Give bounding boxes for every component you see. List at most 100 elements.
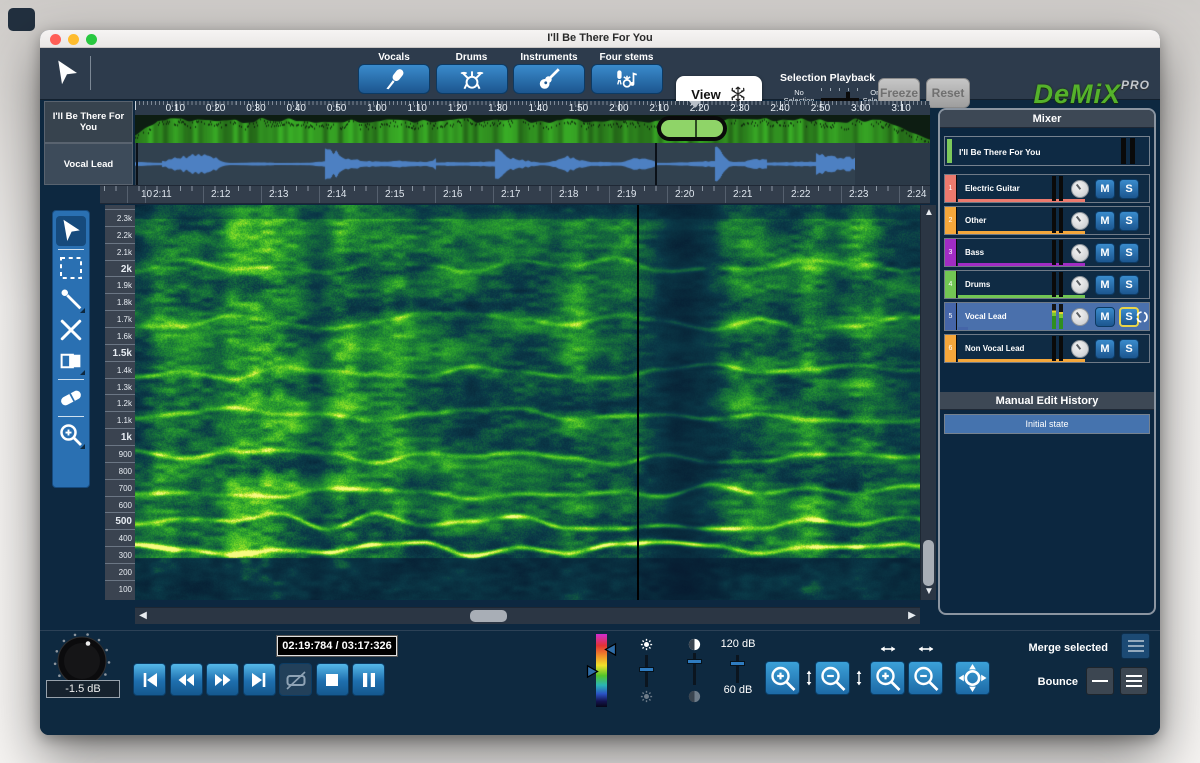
track-label: Bass xyxy=(965,248,984,257)
mute-button[interactable]: M xyxy=(1095,179,1115,199)
loop-button[interactable] xyxy=(279,663,312,696)
track-pan-knob[interactable] xyxy=(1071,180,1089,198)
stop-icon xyxy=(320,668,344,692)
stem-label: Instruments xyxy=(513,52,585,64)
tool-divider xyxy=(58,249,84,250)
separate-instruments-button[interactable] xyxy=(513,64,585,94)
stem-label: Vocals xyxy=(358,52,430,64)
output-volume-value: -1.5 dB xyxy=(46,680,120,698)
overview-playhead-marker[interactable] xyxy=(689,101,701,108)
reset-button[interactable]: Reset xyxy=(926,78,970,108)
spectrogram-playhead[interactable] xyxy=(637,205,639,600)
merge-selected-menu-button[interactable] xyxy=(1121,633,1150,659)
dynamic-range-slider[interactable] xyxy=(736,655,739,683)
dynamic-range-handle[interactable] xyxy=(730,661,745,666)
freq-label: 1.9k xyxy=(105,276,135,293)
track-pan-knob[interactable] xyxy=(1071,276,1089,294)
mute-button[interactable]: M xyxy=(1095,307,1115,327)
vertical-scroll-thumb[interactable] xyxy=(923,540,934,586)
track-pan-knob[interactable] xyxy=(1071,212,1089,230)
zoom-tool[interactable] xyxy=(56,420,86,450)
overview-track-label: I'll Be There For You xyxy=(44,101,133,143)
bounce-menu-button[interactable] xyxy=(1120,667,1148,695)
colormap-lower-handle[interactable] xyxy=(585,664,600,679)
horizontal-scrollbar[interactable]: ◀ ▶ xyxy=(135,607,920,624)
history-item[interactable]: Initial state xyxy=(944,414,1150,434)
zoom-in-horizontal-button[interactable] xyxy=(870,661,905,695)
separate-drums-button[interactable] xyxy=(436,64,508,94)
solo-button[interactable]: S xyxy=(1119,179,1139,199)
pen-tool[interactable] xyxy=(56,284,86,314)
zoom-in-vertical-button[interactable] xyxy=(765,661,800,695)
solo-button[interactable]: S xyxy=(1119,243,1139,263)
master-meter-right xyxy=(1130,138,1135,164)
track-meter-left xyxy=(1052,240,1056,265)
mute-button[interactable]: M xyxy=(1095,211,1115,231)
track-meter-left xyxy=(1052,272,1056,297)
brightness-handle[interactable] xyxy=(639,667,654,672)
skip-to-start-button[interactable] xyxy=(133,663,166,696)
zoom-out-vertical-button[interactable] xyxy=(815,661,850,695)
rewind-button[interactable] xyxy=(170,663,203,696)
bounce-single-button[interactable] xyxy=(1086,667,1114,695)
overview-waveform[interactable] xyxy=(135,115,930,143)
mixer-track-row-vocal-lead[interactable]: 5Vocal LeadMS xyxy=(944,302,1150,331)
horizontal-scroll-thumb[interactable] xyxy=(470,610,507,622)
vocal-waveform-tail xyxy=(855,143,930,185)
stop-button[interactable] xyxy=(316,663,349,696)
spectrogram-ruler-label: 2:21 xyxy=(733,189,752,200)
bottom-bar: -1.5 dB 02:19:784 / 03:17:326 120 dB 60 … xyxy=(40,630,1160,735)
app-logo: DeMiXPRO xyxy=(990,78,1150,110)
eraser-tool[interactable] xyxy=(56,383,86,413)
mute-button[interactable]: M xyxy=(1095,339,1115,359)
track-volume-bar xyxy=(958,295,1085,298)
mixer-track-row-other[interactable]: 2 Other MS xyxy=(944,206,1150,235)
spectrogram-canvas[interactable] xyxy=(135,205,920,600)
clone-tool[interactable] xyxy=(56,346,86,376)
cursor-tool[interactable] xyxy=(56,216,86,246)
fast-forward-icon xyxy=(211,668,235,692)
mixer-track-row-electric-guitar[interactable]: 1Electric GuitarMS xyxy=(944,174,1150,203)
track-label: Other xyxy=(965,216,986,225)
zoom-out-horizontal-button[interactable] xyxy=(908,661,943,695)
scroll-down-arrow[interactable]: ▼ xyxy=(921,584,937,600)
mute-button[interactable]: M xyxy=(1095,275,1115,295)
track-meter-right xyxy=(1059,240,1063,265)
track-color-tab: 2 xyxy=(945,207,957,234)
separate-vocals-button[interactable] xyxy=(358,64,430,94)
visible-range-selector[interactable] xyxy=(657,116,727,141)
mute-button[interactable]: M xyxy=(1095,243,1115,263)
brightness-low-icon xyxy=(639,689,654,704)
mixer-track-row-drums[interactable]: 4DrumsMS xyxy=(944,270,1150,299)
frequency-axis: 2.3k2.2k2.1k2k1.9k1.8k1.7k1.6k1.5k1.4k1.… xyxy=(105,205,135,600)
separate-four-stems-button[interactable] xyxy=(591,64,663,94)
freq-label: 1.1k xyxy=(105,411,135,428)
solo-button[interactable]: S xyxy=(1119,211,1139,231)
colormap-upper-handle[interactable] xyxy=(603,642,618,657)
vocal-track-area[interactable] xyxy=(135,143,930,185)
spectrogram-ruler-label: 2:17 xyxy=(501,189,520,200)
vertical-scrollbar[interactable]: ▲ ▼ xyxy=(920,205,936,600)
track-pan-knob[interactable] xyxy=(1071,308,1089,326)
delete-tool[interactable] xyxy=(56,315,86,345)
overview-track-area[interactable]: 0:100:200:300:400:501:001:101:201:301:40… xyxy=(135,101,930,143)
marquee-select-tool[interactable] xyxy=(56,253,86,283)
scroll-right-arrow[interactable]: ▶ xyxy=(904,608,920,623)
mixer-master-row[interactable]: I'll Be There For You xyxy=(944,136,1150,166)
fast-forward-button[interactable] xyxy=(206,663,239,696)
pause-button[interactable] xyxy=(352,663,385,696)
solo-button[interactable]: S xyxy=(1119,339,1139,359)
mixer-track-row-non-vocal-lead[interactable]: 6Non Vocal LeadMS xyxy=(944,334,1150,363)
track-pan-knob[interactable] xyxy=(1071,244,1089,262)
solo-button[interactable]: S xyxy=(1119,275,1139,295)
mixer-track-row-bass[interactable]: 3BassMS xyxy=(944,238,1150,267)
scroll-left-arrow[interactable]: ◀ xyxy=(135,608,151,623)
contrast-handle[interactable] xyxy=(687,659,702,664)
skip-to-end-button[interactable] xyxy=(243,663,276,696)
scroll-up-arrow[interactable]: ▲ xyxy=(921,205,937,221)
contrast-slider[interactable] xyxy=(693,653,696,685)
vocal-waveform[interactable] xyxy=(135,143,855,185)
overview-time-ruler[interactable]: 0:100:200:300:400:501:001:101:201:301:40… xyxy=(135,101,930,115)
track-pan-knob[interactable] xyxy=(1071,340,1089,358)
spectrogram-time-ruler[interactable]: 102:112:122:132:142:152:162:172:182:192:… xyxy=(100,185,930,204)
